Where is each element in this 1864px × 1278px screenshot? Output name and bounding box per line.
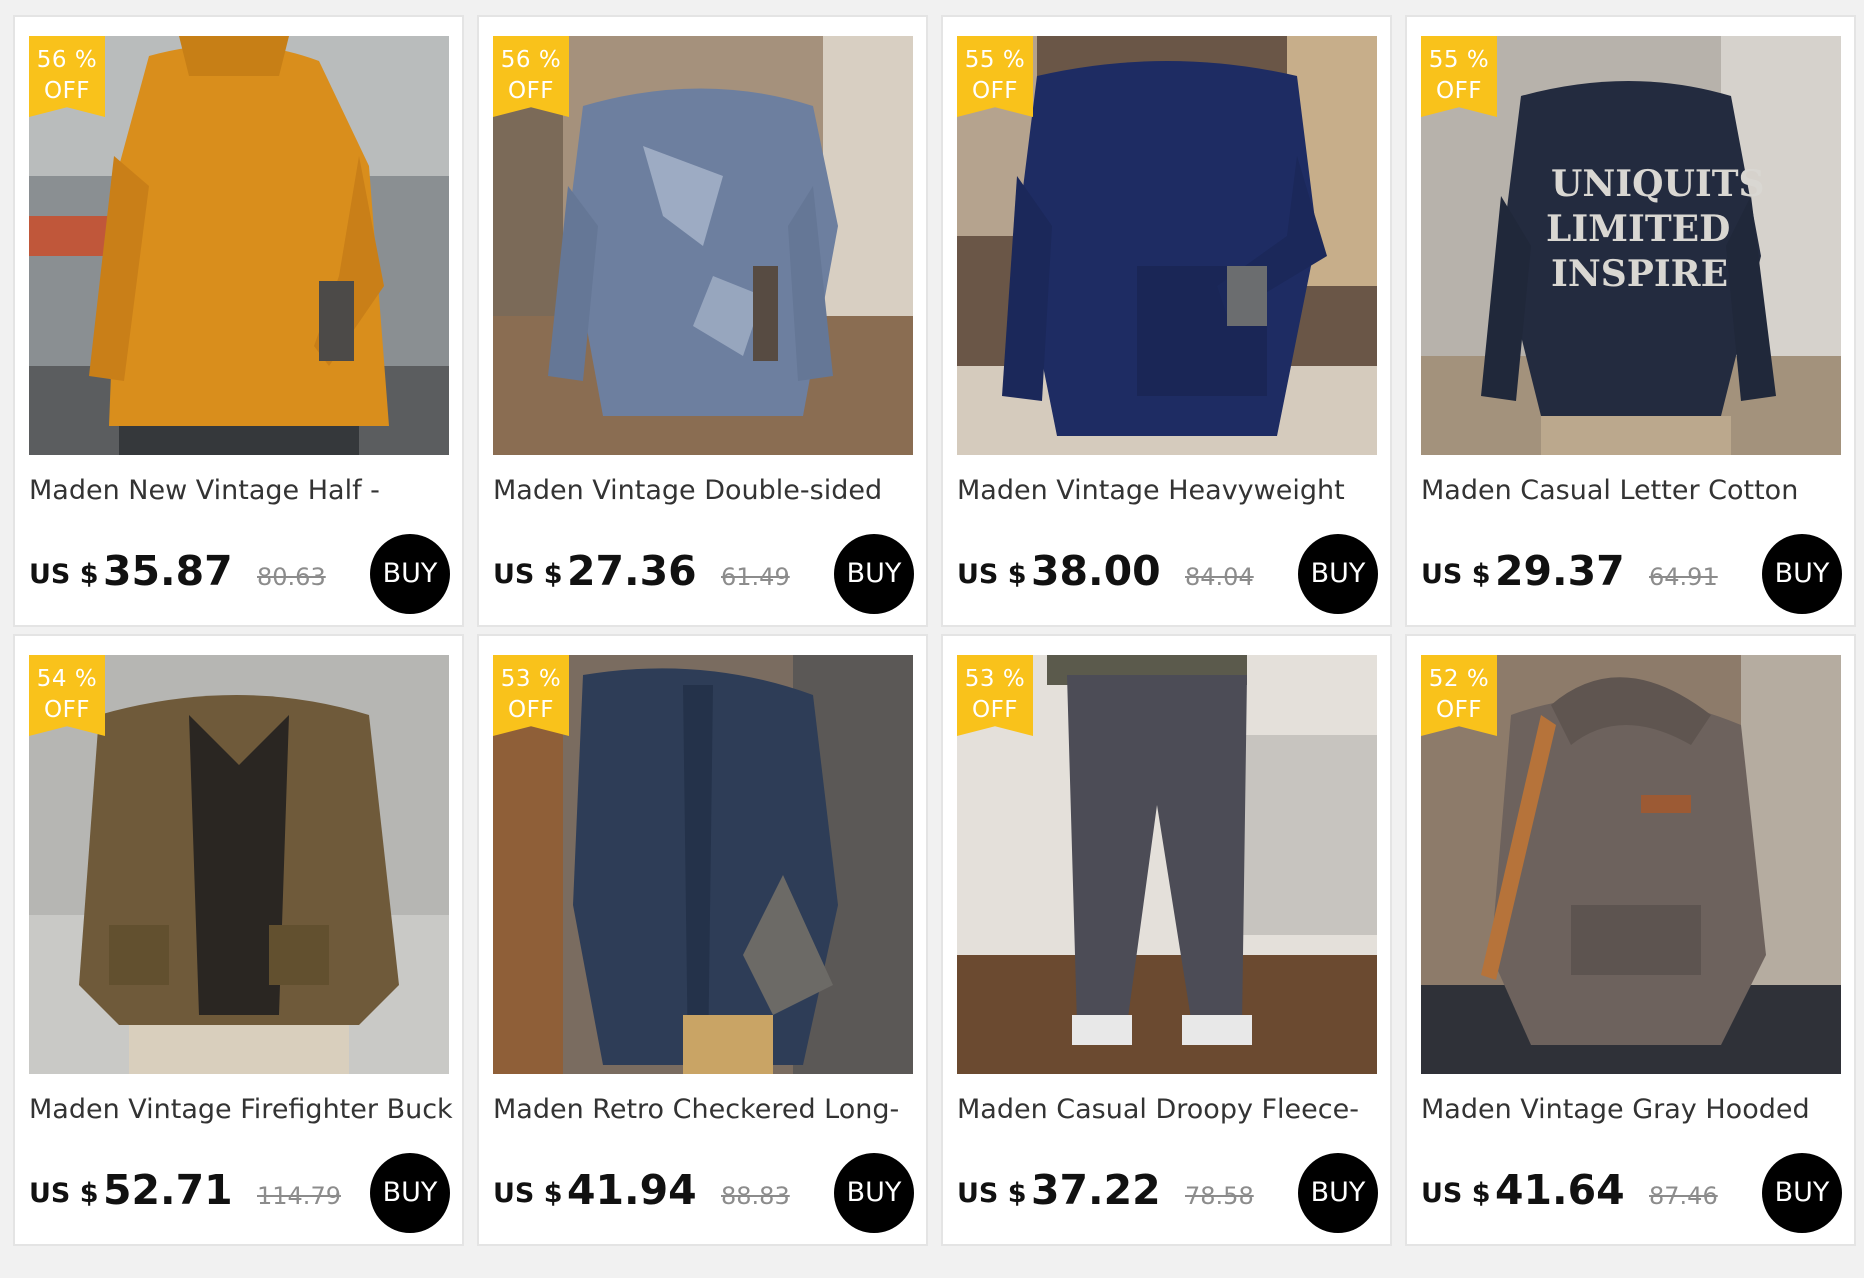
product-title[interactable]: Maden Casual Droopy Fleece- (957, 1094, 1383, 1125)
product-card[interactable]: 56 % OFF Maden New Vintage Half - US $ 3… (13, 15, 464, 627)
sale-price: 38.00 (1031, 547, 1161, 595)
discount-badge: 53 % OFF (957, 655, 1033, 736)
sale-price: 41.64 (1495, 1166, 1625, 1214)
sale-price: 37.22 (1031, 1166, 1161, 1214)
currency-label: US $ (957, 1178, 1027, 1209)
currency-label: US $ (29, 1178, 99, 1209)
product-title[interactable]: Maden Vintage Gray Hooded (1421, 1094, 1847, 1125)
buy-button[interactable]: BUY (1762, 534, 1842, 614)
product-card[interactable]: 54 % OFF Maden Vintage Firefighter Buckl… (13, 634, 464, 1246)
buy-button[interactable]: BUY (1298, 1153, 1378, 1233)
original-price: 87.46 (1649, 1182, 1718, 1210)
product-title[interactable]: Maden Vintage Firefighter Buckle (29, 1094, 455, 1125)
product-image[interactable]: 54 % OFF (29, 655, 449, 1074)
sale-price: 35.87 (103, 547, 233, 595)
original-price: 80.63 (257, 563, 326, 591)
product-card[interactable]: 53 % OFF Maden Casual Droopy Fleece- US … (941, 634, 1392, 1246)
product-image[interactable]: 55 % OFF (957, 36, 1377, 455)
svg-text:INSPIRE: INSPIRE (1551, 253, 1728, 295)
svg-text:LIMITED: LIMITED (1546, 208, 1730, 250)
product-image[interactable]: 53 % OFF (957, 655, 1377, 1074)
discount-badge: 56 % OFF (29, 36, 105, 117)
currency-label: US $ (1421, 1178, 1491, 1209)
product-image[interactable]: 53 % OFF (493, 655, 913, 1074)
buy-button[interactable]: BUY (834, 534, 914, 614)
discount-badge: 55 % OFF (957, 36, 1033, 117)
currency-label: US $ (29, 559, 99, 590)
product-card[interactable]: 53 % OFF Maden Retro Checkered Long- US … (477, 634, 928, 1246)
product-title[interactable]: Maden Retro Checkered Long- (493, 1094, 919, 1125)
original-price: 64.91 (1649, 563, 1718, 591)
product-title[interactable]: Maden Vintage Double-sided (493, 475, 919, 506)
product-card[interactable]: 56 % OFF Maden Vintage Double-sided US $… (477, 15, 928, 627)
buy-button[interactable]: BUY (370, 1153, 450, 1233)
product-image[interactable]: 56 % OFF (493, 36, 913, 455)
svg-text:UNIQUITS: UNIQUITS (1551, 163, 1765, 205)
currency-label: US $ (493, 1178, 563, 1209)
product-title[interactable]: Maden Casual Letter Cotton (1421, 475, 1847, 506)
discount-badge: 54 % OFF (29, 655, 105, 736)
product-title[interactable]: Maden New Vintage Half - (29, 475, 455, 506)
product-title[interactable]: Maden Vintage Heavyweight (957, 475, 1383, 506)
discount-badge: 53 % OFF (493, 655, 569, 736)
buy-button[interactable]: BUY (834, 1153, 914, 1233)
original-price: 88.83 (721, 1182, 790, 1210)
product-card[interactable]: 52 % OFF Maden Vintage Gray Hooded US $ … (1405, 634, 1856, 1246)
product-card[interactable]: 55 % OFF Maden Vintage Heavyweight US $ … (941, 15, 1392, 627)
product-image[interactable]: 56 % OFF (29, 36, 449, 455)
original-price: 84.04 (1185, 563, 1254, 591)
original-price: 114.79 (257, 1182, 341, 1210)
sale-price: 41.94 (567, 1166, 697, 1214)
sale-price: 27.36 (567, 547, 697, 595)
buy-button[interactable]: BUY (370, 534, 450, 614)
currency-label: US $ (1421, 559, 1491, 590)
buy-button[interactable]: BUY (1298, 534, 1378, 614)
product-card[interactable]: UNIQUITS LIMITED INSPIRE 55 % OFF Maden … (1405, 15, 1856, 627)
product-image[interactable]: 52 % OFF (1421, 655, 1841, 1074)
sale-price: 52.71 (103, 1166, 233, 1214)
product-grid: 56 % OFF Maden New Vintage Half - US $ 3… (13, 15, 1856, 1246)
discount-badge: 56 % OFF (493, 36, 569, 117)
currency-label: US $ (493, 559, 563, 590)
sale-price: 29.37 (1495, 547, 1625, 595)
original-price: 78.58 (1185, 1182, 1254, 1210)
currency-label: US $ (957, 559, 1027, 590)
product-image[interactable]: UNIQUITS LIMITED INSPIRE 55 % OFF (1421, 36, 1841, 455)
buy-button[interactable]: BUY (1762, 1153, 1842, 1233)
original-price: 61.49 (721, 563, 790, 591)
discount-badge: 55 % OFF (1421, 36, 1497, 117)
discount-badge: 52 % OFF (1421, 655, 1497, 736)
